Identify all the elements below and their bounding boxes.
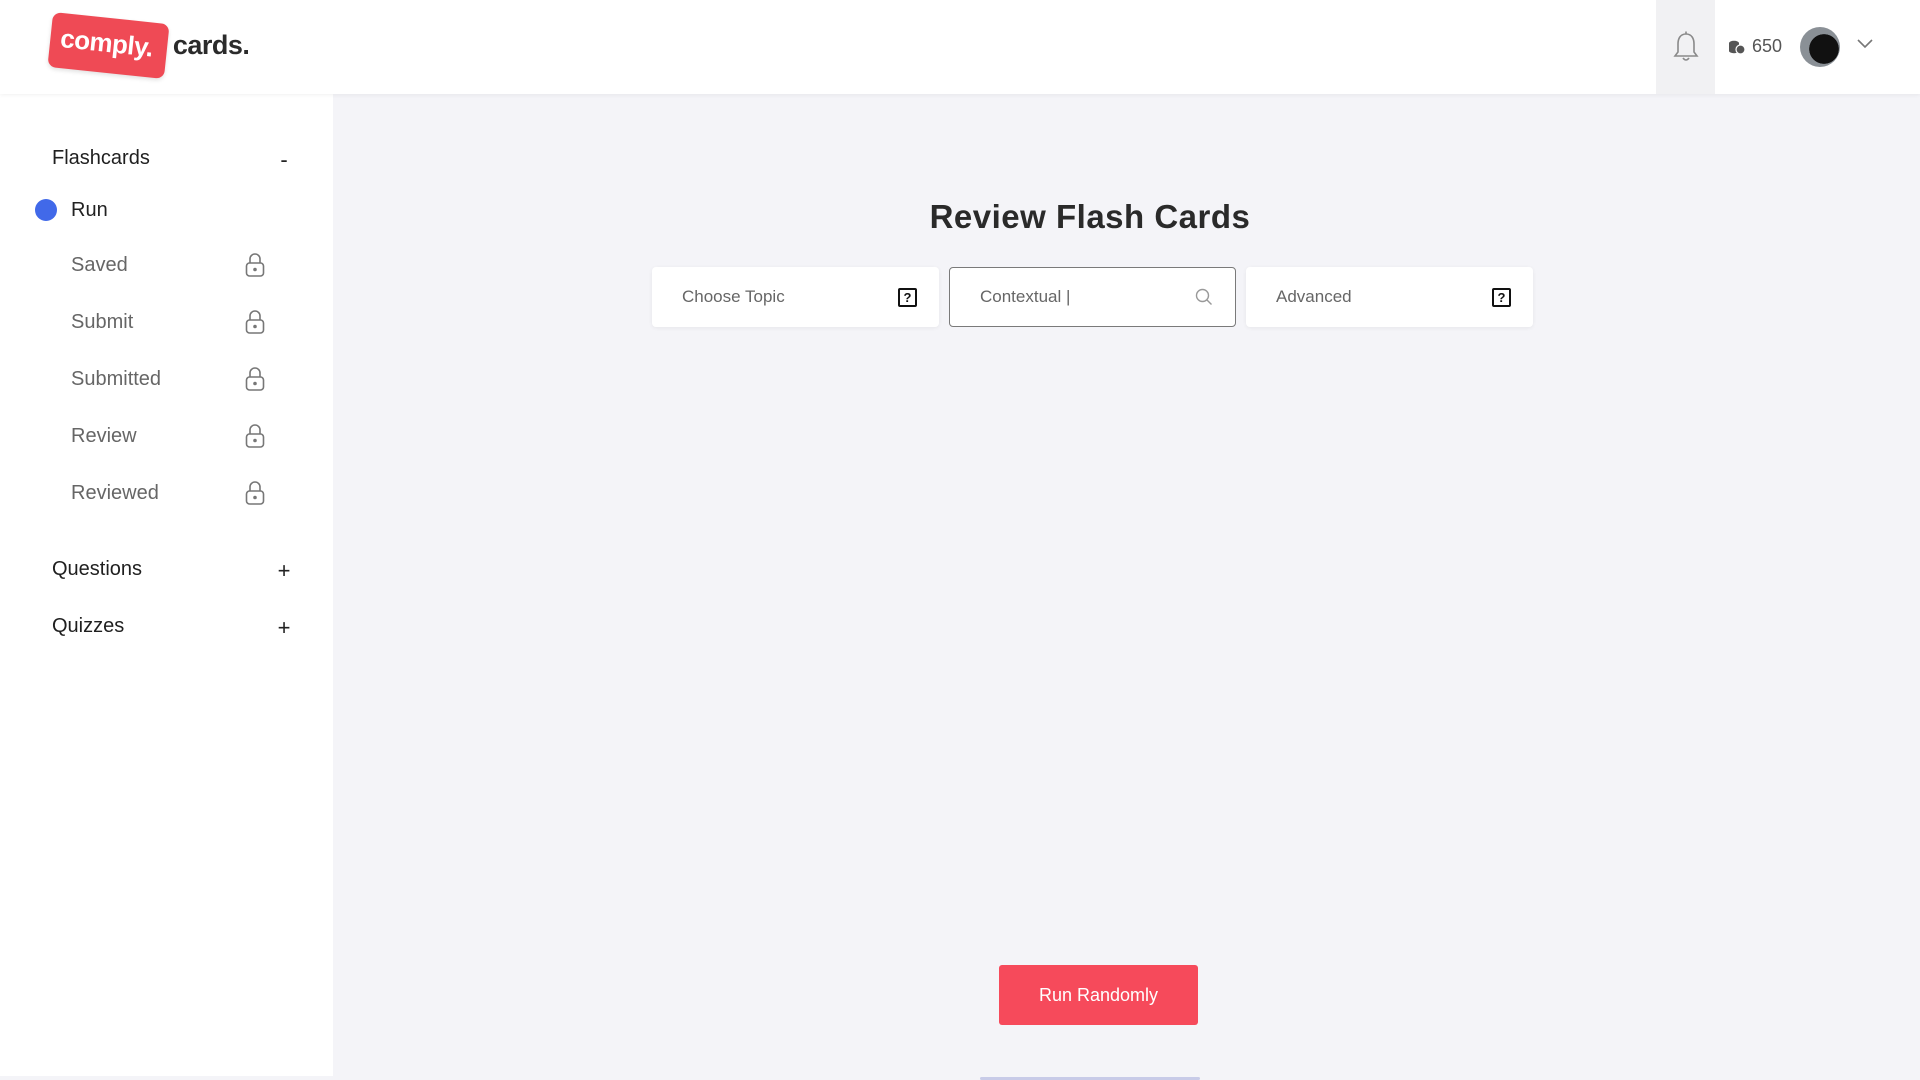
sidebar-item-label: Run (71, 199, 108, 221)
avatar[interactable] (1800, 27, 1840, 67)
expand-toggle[interactable]: + (276, 615, 292, 641)
top-header: comply. cards. 650 (0, 0, 1920, 94)
coin-count: 650 (1752, 36, 1783, 56)
sidebar-item-label: Submitted (71, 367, 162, 390)
sidebar-group-flashcards[interactable]: Flashcards - (52, 147, 292, 173)
help-icon[interactable]: ? (898, 287, 917, 307)
sidebar-item-label: Reviewed (71, 481, 159, 504)
collapse-toggle[interactable]: - (276, 147, 292, 173)
account-dropdown[interactable] (1856, 36, 1874, 54)
group-label: Flashcards (52, 147, 150, 169)
active-indicator (35, 199, 57, 221)
topic-select-label: Choose Topic (682, 287, 785, 306)
search-field[interactable] (949, 267, 1236, 327)
lock-icon (245, 367, 265, 391)
sidebar-item-submitted[interactable]: Submitted (71, 366, 265, 392)
search-icon (1195, 288, 1212, 305)
logo[interactable]: comply. cards. (47, 11, 250, 79)
page-title: Review Flash Cards (929, 198, 1251, 235)
coins-icon (1729, 40, 1746, 55)
group-label: Quizzes (52, 615, 125, 637)
sidebar-item-saved[interactable]: Saved (71, 252, 265, 278)
run-randomly-button[interactable]: Run Randomly (999, 965, 1198, 1025)
logo-text: cards. (172, 29, 250, 60)
sidebar-item-label: Saved (71, 253, 128, 276)
chevron-down-icon (1857, 39, 1873, 49)
topic-select[interactable]: Choose Topic ? (652, 267, 939, 327)
sidebar-item-run[interactable]: Run (71, 199, 265, 222)
lock-icon (245, 424, 265, 448)
lock-icon (245, 481, 265, 505)
sidebar-group-questions[interactable]: Questions + (52, 558, 292, 584)
sidebar-item-review[interactable]: Review (71, 423, 265, 449)
sidebar-item-label: Submit (71, 310, 134, 333)
group-label: Questions (52, 558, 143, 580)
lock-icon (245, 310, 265, 334)
sidebar-group-quizzes[interactable]: Quizzes + (52, 615, 292, 641)
expand-toggle[interactable]: + (276, 558, 292, 584)
level-select[interactable]: Advanced ? (1246, 267, 1533, 327)
search-input[interactable] (980, 287, 1180, 307)
sidebar: Flashcards - Run Saved Submit Submitted … (0, 94, 333, 1076)
coin-balance: 650 (1728, 36, 1782, 57)
lock-icon (245, 253, 265, 277)
sidebar-item-label: Review (71, 424, 137, 447)
bell-icon (1672, 31, 1699, 61)
sidebar-item-reviewed[interactable]: Reviewed (71, 480, 265, 506)
notifications-button[interactable] (1656, 0, 1715, 94)
sidebar-item-submit[interactable]: Submit (71, 309, 265, 335)
logo-badge: comply. (47, 11, 170, 79)
help-icon[interactable]: ? (1492, 287, 1511, 307)
level-select-label: Advanced (1276, 287, 1352, 306)
